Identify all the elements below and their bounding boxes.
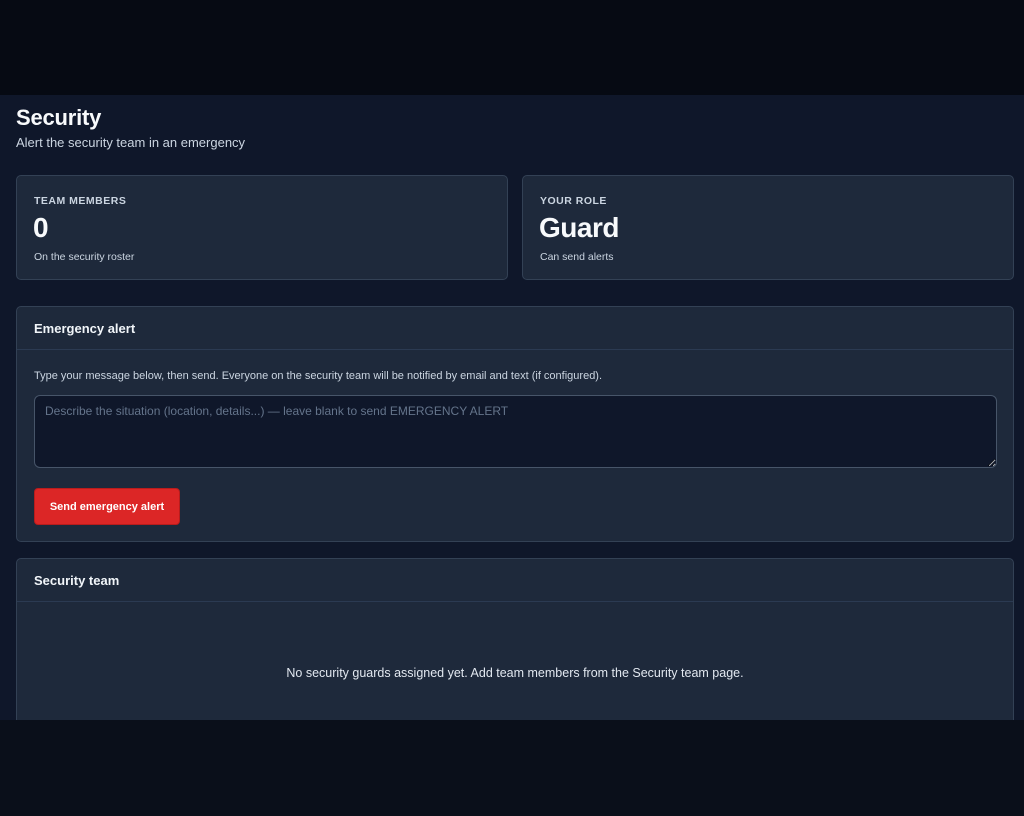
your-role-label: YOUR ROLE xyxy=(540,195,607,207)
send-emergency-alert-button[interactable]: Send emergency alert xyxy=(34,488,180,525)
team-members-note: On the security roster xyxy=(34,251,135,263)
emergency-alert-header: Emergency alert xyxy=(17,307,1013,350)
your-role-card: YOUR ROLE Guard Can send alerts xyxy=(522,175,1014,280)
page-title: Security xyxy=(16,105,102,130)
security-team-empty-state: No security guards assigned yet. Add tea… xyxy=(286,666,744,680)
alert-message-input[interactable] xyxy=(34,395,997,468)
emergency-alert-title: Emergency alert xyxy=(34,321,136,336)
security-team-title: Security team xyxy=(34,573,120,588)
bottom-letterbox xyxy=(0,720,1024,816)
emergency-alert-panel: Emergency alert Type your message below,… xyxy=(16,306,1014,542)
security-team-panel: Security team No security guards assigne… xyxy=(16,558,1014,720)
your-role-note: Can send alerts xyxy=(540,251,614,263)
page-subtitle: Alert the security team in an emergency xyxy=(16,135,246,150)
team-members-count: 0 xyxy=(33,212,49,243)
security-page: Security Alert the security team in an e… xyxy=(0,95,1024,720)
security-team-header: Security team xyxy=(17,559,1013,602)
emergency-alert-description: Type your message below, then send. Ever… xyxy=(34,370,603,382)
team-members-label: TEAM MEMBERS xyxy=(34,195,127,207)
your-role-value: Guard xyxy=(539,212,619,243)
team-members-card: TEAM MEMBERS 0 On the security roster xyxy=(16,175,508,280)
top-letterbox xyxy=(0,0,1024,95)
